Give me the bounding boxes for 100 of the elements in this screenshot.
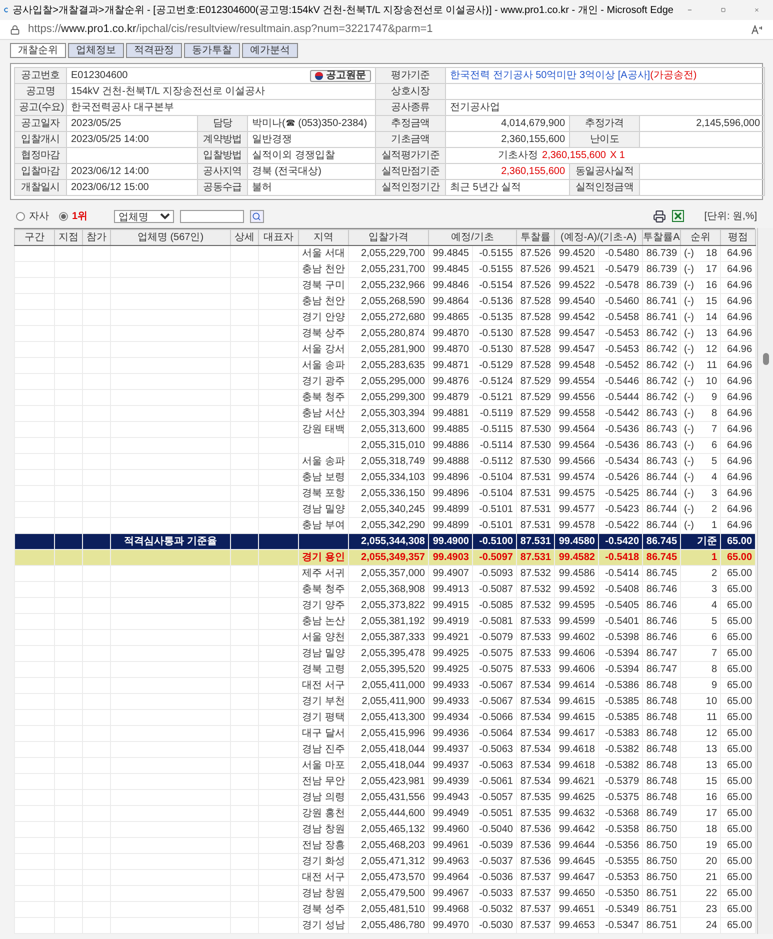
table-row[interactable]: 대전 서구 2,055,411,000 99.4933 -0.5067 87.534 99.4614 -0.5386 86.748 9 65.00 (14, 678, 756, 694)
table-row[interactable]: 강원 태백 2,055,313,600 99.4885 -0.5115 87.530 99.4564 -0.5436 86.743 (-) 7 64.96 (14, 422, 756, 438)
table-row[interactable]: 제주 서귀 2,055,357,000 99.4907 -0.5093 87.532 99.4586 -0.5414 86.745 2 65.00 (14, 566, 756, 582)
table-cell: 86.751 (642, 918, 681, 934)
table-row[interactable]: 대구 달서 2,055,415,996 99.4936 -0.5064 87.534 99.4617 -0.5383 86.748 12 65.00 (14, 726, 756, 742)
search-field[interactable] (180, 210, 244, 222)
table-row[interactable]: 적격심사통과 기준율 2,055,344,308 99.4900 -0.5100 87.531 99.4580 -0.5420 86.745 기준 65.00 (14, 534, 756, 550)
table-cell-text: 5 (711, 455, 718, 469)
column-header[interactable]: 입찰가격 (348, 230, 428, 246)
table-row[interactable]: 서울 서대 2,055,229,700 99.4845 -0.5155 87.526 99.4520 -0.5480 86.739 (-) 18 64.96 (14, 246, 756, 262)
tab[interactable]: 예가분석 (242, 43, 298, 58)
table-row[interactable]: 충남 보령 2,055,334,103 99.4896 -0.5104 87.531 99.4574 -0.5426 86.744 (-) 4 64.96 (14, 470, 756, 486)
table-row[interactable]: 서울 송파 2,055,283,635 99.4871 -0.5129 87.528 99.4548 -0.5452 86.742 (-) 11 64.96 (14, 358, 756, 374)
table-row[interactable]: 경기 용인 2,055,349,357 99.4903 -0.5097 87.531 99.4582 -0.5418 86.745 1 65.00 (14, 550, 756, 566)
table-row[interactable]: 전남 장흥 2,055,468,203 99.4961 -0.5039 87.536 99.4644 -0.5356 86.750 19 65.00 (14, 838, 756, 854)
table-row[interactable]: 충북 청주 2,055,299,300 99.4879 -0.5121 87.529 99.4556 -0.5444 86.742 (-) 9 64.96 (14, 390, 756, 406)
address-bar[interactable]: https://www.pro1.co.kr/ipchal/cis/resultview/resultmain.asp?num=3221747&parm=1 (0, 20, 773, 40)
tab[interactable]: 개찰순위 (10, 43, 66, 58)
table-row[interactable]: 서울 송파 2,055,318,749 99.4888 -0.5112 87.530 99.4566 -0.5434 86.743 (-) 5 64.96 (14, 454, 756, 470)
table-cell-text: 19 (706, 839, 718, 853)
table-cell-text: 13 (706, 759, 718, 773)
table-row[interactable]: 경북 구미 2,055,232,966 99.4846 -0.5154 87.526 99.4522 -0.5478 86.739 (-) 16 64.96 (14, 278, 756, 294)
field-label: 공고일자 (14, 116, 66, 132)
radio-label: 1위 (72, 210, 88, 224)
field-label: 입찰마감 (14, 164, 66, 180)
search-type-select[interactable]: 업체명 (114, 210, 174, 222)
table-row[interactable]: 충남 천안 2,055,231,700 99.4845 -0.5155 87.526 99.4521 -0.5479 86.739 (-) 17 64.96 (14, 262, 756, 278)
table-row[interactable]: 경남 의령 2,055,431,556 99.4943 -0.5057 87.535 99.4625 -0.5375 86.748 16 65.00 (14, 790, 756, 806)
field-value: 실적이외 경쟁입찰 (248, 148, 376, 164)
table-row[interactable]: 경남 창원 2,055,465,132 99.4960 -0.5040 87.536 99.4642 -0.5358 86.750 18 65.00 (14, 822, 756, 838)
table-row[interactable]: 서울 강서 2,055,281,900 99.4870 -0.5130 87.528 99.4547 -0.5453 86.742 (-) 12 64.96 (14, 342, 756, 358)
excel-icon[interactable] (672, 210, 684, 222)
field-label: 기초금액 (376, 132, 446, 148)
field-label: 입찰개시 (14, 132, 66, 148)
table-cell-text: 4 (711, 471, 718, 485)
table-row[interactable]: 경북 상주 2,055,280,874 99.4870 -0.5130 87.528 99.4547 -0.5453 86.742 (-) 13 64.96 (14, 326, 756, 342)
table-cell-text: 17 (706, 807, 718, 821)
table-row[interactable]: 경기 화성 2,055,471,312 99.4963 -0.5037 87.536 99.4645 -0.5355 86.750 20 65.00 (14, 854, 756, 870)
table-row[interactable]: 경남 진주 2,055,418,044 99.4937 -0.5063 87.534 99.4618 -0.5382 86.748 13 65.00 (14, 742, 756, 758)
table-cell-text: 4 (711, 599, 718, 613)
print-icon[interactable] (653, 210, 666, 222)
table-row[interactable]: 경기 평택 2,055,413,300 99.4934 -0.5066 87.534 99.4615 -0.5385 86.748 11 65.00 (14, 710, 756, 726)
table-row[interactable]: 경기 성남 2,055,486,780 99.4970 -0.5030 87.537 99.4653 -0.5347 86.751 24 65.00 (14, 918, 756, 934)
table-cell-text: 13 (706, 327, 718, 341)
table-cell: 87.537 (516, 918, 554, 934)
table-row[interactable]: 경남 밀양 2,055,340,245 99.4899 -0.5101 87.531 99.4577 -0.5423 86.744 (-) 2 64.96 (14, 502, 756, 518)
radio-button[interactable] (59, 212, 68, 220)
table-cell-text: 15 (706, 775, 718, 789)
url-text[interactable]: https://www.pro1.co.kr/ipchal/cis/resultview/resultmain.asp?num=3221747&parm=1 (28, 21, 743, 38)
formula-part: X 1 (610, 149, 625, 163)
table-row[interactable]: 경기 부천 2,055,411,900 99.4933 -0.5067 87.534 99.4615 -0.5385 86.748 10 65.00 (14, 694, 756, 710)
table-cell-text: 17 (706, 263, 718, 277)
table-row[interactable]: 서울 마포 2,055,418,044 99.4937 -0.5063 87.534 99.4618 -0.5382 86.748 13 65.00 (14, 758, 756, 774)
table-row[interactable]: 경남 밀양 2,055,395,478 99.4925 -0.5075 87.533 99.4606 -0.5394 86.747 7 65.00 (14, 646, 756, 662)
table-row[interactable]: 대전 서구 2,055,473,570 99.4964 -0.5036 87.537 99.4647 -0.5353 86.750 21 65.00 (14, 870, 756, 886)
table-row[interactable]: 경남 창원 2,055,479,500 99.4967 -0.5033 87.537 99.4650 -0.5350 86.751 22 65.00 (14, 886, 756, 902)
table-row[interactable]: 충북 청주 2,055,368,908 99.4913 -0.5087 87.532 99.4592 -0.5408 86.746 3 65.00 (14, 582, 756, 598)
table-row[interactable]: 충남 논산 2,055,381,192 99.4919 -0.5081 87.533 99.4599 -0.5401 86.746 5 65.00 (14, 614, 756, 630)
column-header[interactable]: 업체명 (567인) (110, 230, 230, 246)
maximize-icon[interactable] (720, 5, 726, 15)
field-label: 개찰일시 (14, 180, 66, 196)
field-label: 난이도 (570, 132, 640, 148)
read-aloud-icon[interactable] (751, 24, 763, 34)
table-cell: -0.5030 (472, 918, 516, 934)
table-row[interactable]: 전남 무안 2,055,423,981 99.4939 -0.5061 87.534 99.4621 -0.5379 86.748 15 65.00 (14, 774, 756, 790)
column-header[interactable]: 구간 (14, 230, 54, 246)
table-cell: 2,055,486,780 (348, 918, 428, 934)
table-row[interactable]: 경기 양주 2,055,373,822 99.4915 -0.5085 87.532 99.4595 -0.5405 86.746 4 65.00 (14, 598, 756, 614)
field-label: 공사지역 (198, 164, 248, 180)
table-row[interactable]: 경북 성주 2,055,481,510 99.4968 -0.5032 87.537 99.4651 -0.5349 86.751 23 65.00 (14, 902, 756, 918)
table-cell-text: 기준 (697, 535, 718, 549)
table-row[interactable]: 충남 서산 2,055,303,394 99.4881 -0.5119 87.529 99.4558 -0.5442 86.743 (-) 8 64.96 (14, 406, 756, 422)
table-row[interactable]: 서울 양천 2,055,387,333 99.4921 -0.5079 87.533 99.4602 -0.5398 86.746 6 65.00 (14, 630, 756, 646)
table-row[interactable]: 경기 광주 2,055,295,000 99.4876 -0.5124 87.529 99.4554 -0.5446 86.742 (-) 10 64.96 (14, 374, 756, 390)
field-label: 계약방법 (198, 132, 248, 148)
tab[interactable]: 업체정보 (68, 43, 124, 58)
field-value: 2,360,155,600 (446, 164, 570, 180)
notice-button[interactable]: 공고원문 (310, 70, 372, 82)
field-label: 담당 (198, 116, 248, 132)
field-value: 일반경쟁 (248, 132, 376, 148)
table-cell-text: 24 (706, 919, 718, 933)
tab[interactable]: 동가투찰 (184, 43, 240, 58)
table-row[interactable]: 경북 고령 2,055,395,520 99.4925 -0.5075 87.533 99.4606 -0.5394 86.747 8 65.00 (14, 662, 756, 678)
table-row[interactable]: 강원 홍천 2,055,444,600 99.4949 -0.5051 87.535 99.4632 -0.5368 86.749 17 65.00 (14, 806, 756, 822)
table-row[interactable]: 2,055,315,010 99.4886 -0.5114 87.530 99.4564 -0.5436 86.743 (-) 6 64.96 (14, 438, 756, 454)
radio-button[interactable] (16, 212, 25, 220)
column-header[interactable]: 예정/기초 (428, 230, 516, 246)
field-label: 실적평가기준 (376, 148, 446, 164)
table-row[interactable]: 충남 부여 2,055,342,290 99.4899 -0.5101 87.531 99.4578 -0.5422 86.744 (-) 1 64.96 (14, 518, 756, 534)
table-row[interactable]: 경기 안양 2,055,272,680 99.4865 -0.5135 87.528 99.4542 -0.5458 86.741 (-) 14 64.96 (14, 310, 756, 326)
column-header[interactable]: (예정-A)/(기초-A) (554, 230, 643, 246)
field-label: 입찰방법 (198, 148, 248, 164)
field-value: 한국전력공사 대구본부 (66, 100, 376, 116)
search-button[interactable] (250, 210, 264, 222)
table-cell-text: (-) (684, 391, 694, 405)
table-cell: 99.4653 (554, 918, 598, 934)
table-row[interactable]: 충남 천안 2,055,268,590 99.4864 -0.5136 87.528 99.4540 -0.5460 86.741 (-) 15 64.96 (14, 294, 756, 310)
table-row[interactable]: 경북 포항 2,055,336,150 99.4896 -0.5104 87.531 99.4575 -0.5425 86.744 (-) 3 64.96 (14, 486, 756, 502)
tab[interactable]: 적격판정 (126, 43, 182, 58)
table-cell-text: (-) (684, 247, 694, 261)
